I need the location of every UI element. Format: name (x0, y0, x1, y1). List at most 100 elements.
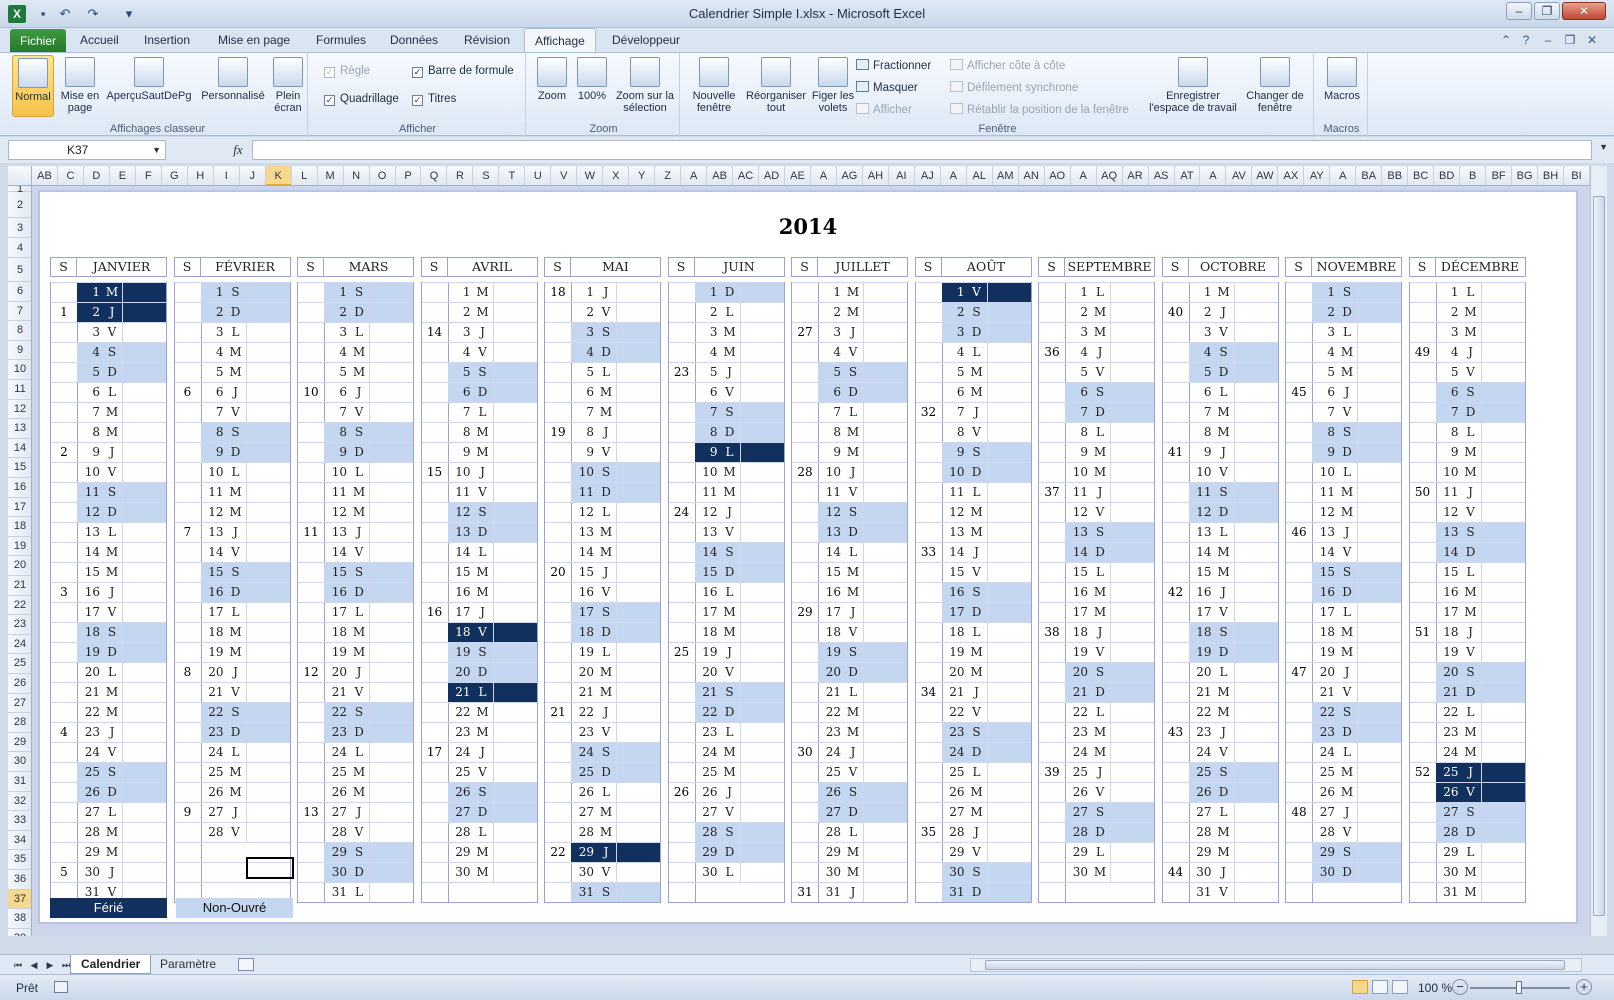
day-row[interactable]: 8M (51, 422, 166, 442)
day-row[interactable]: 1S (298, 282, 413, 302)
day-row[interactable]: 7M (1162, 402, 1278, 422)
column-header[interactable]: I (214, 166, 240, 185)
day-row[interactable]: 27 S (1039, 802, 1154, 822)
column-header[interactable]: BF (1486, 166, 1513, 185)
row-header[interactable]: 35 (8, 850, 31, 870)
column-header[interactable]: A (941, 166, 967, 185)
day-row[interactable]: 24 L (1286, 742, 1401, 762)
day-row[interactable]: 8M (1162, 422, 1278, 442)
day-row[interactable]: 51 18 J (1409, 622, 1525, 642)
day-row[interactable]: 23 D (1286, 722, 1401, 742)
arrange-all-button[interactable]: Réorganiser tout (744, 55, 808, 117)
day-row[interactable]: 26 M (915, 782, 1031, 802)
day-row[interactable]: 15 S (174, 562, 290, 582)
day-row[interactable]: 2V (545, 302, 660, 322)
day-row[interactable]: 7L (421, 402, 537, 422)
day-row[interactable]: 25 S (51, 762, 166, 782)
day-row[interactable]: 18 M (174, 622, 290, 642)
row-header[interactable]: 17 (8, 498, 31, 518)
day-row[interactable]: 9D (298, 442, 413, 462)
formula-input[interactable] (252, 140, 1592, 160)
column-header[interactable]: A (681, 166, 708, 185)
day-row[interactable]: 21 V (1286, 682, 1401, 702)
day-row[interactable]: 22 M (51, 702, 166, 722)
tab-donnees[interactable]: Données (380, 28, 448, 52)
day-row[interactable]: 40 2 J (1162, 302, 1278, 322)
row-header[interactable]: 2 (8, 192, 31, 218)
column-header[interactable]: AX (1278, 166, 1305, 185)
row-header[interactable]: 7 (8, 302, 31, 322)
day-row[interactable]: 2D (298, 302, 413, 322)
day-row[interactable]: 1M (792, 282, 907, 302)
day-row[interactable]: 11 S (51, 482, 166, 502)
day-row[interactable]: 30 24 J (792, 742, 907, 762)
day-row[interactable]: 23 D (298, 722, 413, 742)
day-row[interactable]: 39 25 J (1039, 762, 1154, 782)
day-row[interactable]: 15 M (421, 562, 537, 582)
day-row[interactable]: 2L (668, 302, 784, 322)
day-row[interactable]: 14 M (545, 542, 660, 562)
row-header[interactable]: 22 (8, 596, 31, 616)
day-row[interactable]: 1M (51, 282, 166, 302)
day-row[interactable]: 22 V (915, 702, 1031, 722)
day-row[interactable]: 21 V (298, 682, 413, 702)
first-sheet-icon[interactable]: ⏮ (12, 958, 24, 972)
day-row[interactable]: 22 L (1409, 702, 1525, 722)
day-row[interactable]: 11 M (668, 482, 784, 502)
row-header[interactable]: 9 (8, 341, 31, 361)
column-header[interactable]: AS (1149, 166, 1175, 185)
day-row[interactable]: 25 M (1286, 762, 1401, 782)
day-row[interactable]: 45 6 J (1286, 382, 1401, 402)
switch-windows-button[interactable]: Changer de fenêtre (1240, 55, 1310, 117)
day-row[interactable]: 10 M (1039, 462, 1154, 482)
day-row[interactable]: 6D (421, 382, 537, 402)
day-row[interactable]: 23 V (545, 722, 660, 742)
day-row[interactable]: 1L (1039, 282, 1154, 302)
empty-day-cell[interactable] (668, 882, 784, 902)
day-row[interactable]: 14 3 J (421, 322, 537, 342)
day-row[interactable]: 13 L (1162, 522, 1278, 542)
row-header[interactable]: 8 (8, 321, 31, 341)
minimize-ribbon-icon[interactable]: ⌃ (1498, 32, 1514, 48)
day-row[interactable]: 11 M (298, 482, 413, 502)
day-row[interactable]: 17 S (545, 602, 660, 622)
day-row[interactable]: 38 18 J (1039, 622, 1154, 642)
day-row[interactable]: 29J (51, 442, 166, 462)
day-row[interactable]: 10 M (668, 462, 784, 482)
row-header[interactable]: 37 (8, 889, 31, 910)
row-header[interactable]: 32 (8, 792, 31, 812)
day-row[interactable]: 25 M (174, 762, 290, 782)
row-header[interactable]: 25 (8, 654, 31, 674)
day-row[interactable]: 30 M (421, 862, 537, 882)
day-row[interactable]: 16 S (915, 582, 1031, 602)
column-header[interactable]: B (1460, 166, 1487, 185)
hide-button[interactable]: Masquer (856, 81, 918, 94)
row-header[interactable]: 38 (8, 909, 31, 929)
day-row[interactable]: 12 M (1286, 502, 1401, 522)
column-header[interactable]: Q (422, 166, 448, 185)
day-row[interactable]: 11 V (792, 482, 907, 502)
split-button[interactable]: Fractionner (856, 59, 931, 72)
day-row[interactable]: 31 L (298, 882, 413, 902)
tab-fichier[interactable]: Fichier (10, 29, 67, 52)
day-row[interactable]: 25 M (668, 762, 784, 782)
day-row[interactable]: 11 13 J (298, 522, 413, 542)
day-row[interactable]: 22 L (1039, 702, 1154, 722)
day-row[interactable]: 36 4 J (1039, 342, 1154, 362)
day-row[interactable]: 29 M (1162, 842, 1278, 862)
macros-button[interactable]: Macros (1320, 55, 1364, 117)
day-row[interactable]: 7V (1286, 402, 1401, 422)
day-row[interactable]: 8D (668, 422, 784, 442)
day-row[interactable]: 30 M (792, 862, 907, 882)
day-row[interactable]: 1M (1162, 282, 1278, 302)
day-row[interactable]: 7D (1039, 402, 1154, 422)
day-row[interactable]: 21 M (545, 682, 660, 702)
day-row[interactable]: 28 10 J (792, 462, 907, 482)
row-header[interactable]: 3 (8, 218, 31, 238)
day-row[interactable]: 1D (668, 282, 784, 302)
chevron-down-icon[interactable]: ▼ (152, 141, 161, 159)
day-row[interactable]: 27 D (792, 802, 907, 822)
day-row[interactable]: 20 M (545, 662, 660, 682)
day-row[interactable]: 4M (298, 342, 413, 362)
day-row[interactable]: 17 M (668, 602, 784, 622)
